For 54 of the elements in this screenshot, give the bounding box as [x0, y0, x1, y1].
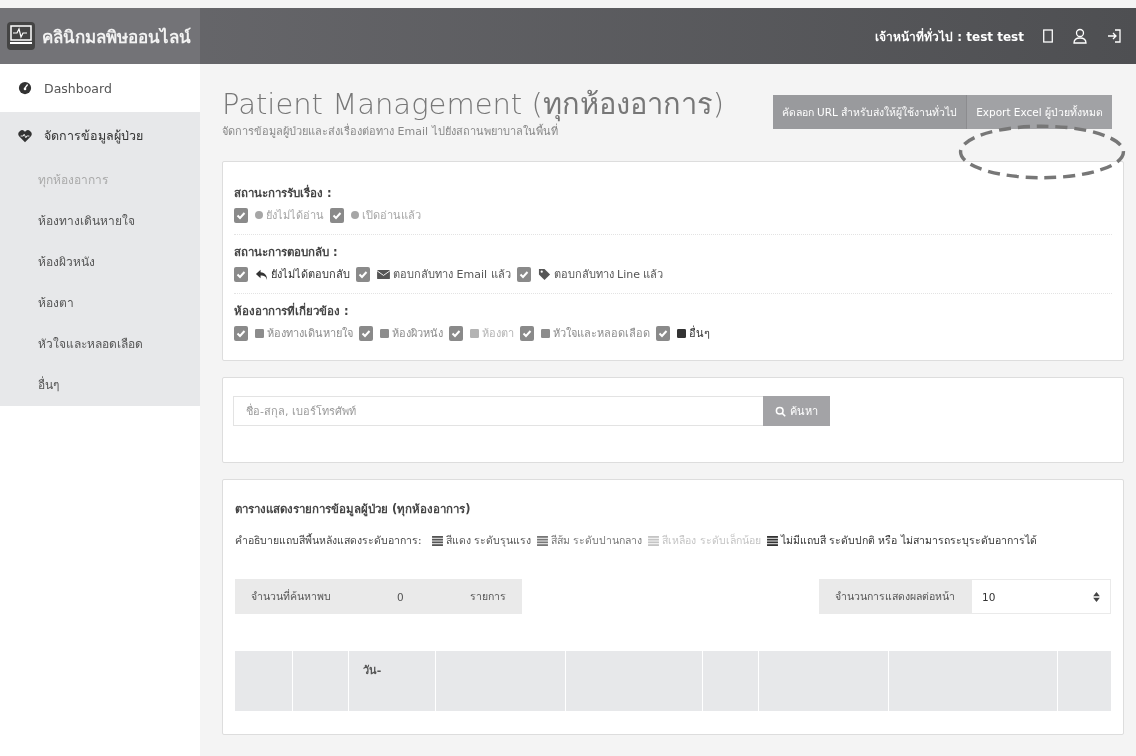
checkbox[interactable]: [449, 325, 463, 341]
sidebar-subitem[interactable]: ห้องผิวหนัง: [0, 242, 200, 283]
checkbox[interactable]: [234, 266, 248, 282]
search-icon: [775, 405, 786, 417]
checkbox[interactable]: [234, 325, 248, 341]
tablet-icon[interactable]: [1042, 28, 1054, 44]
checkbox[interactable]: [656, 325, 670, 341]
page-title: Patient Management (ทุกห้องอาการ): [222, 86, 725, 122]
count-label: จำนวนที่ค้นหาพบ: [235, 579, 347, 614]
brand-name: คลินิกมลพิษออนไลน์: [42, 25, 191, 49]
sidebar-subitem[interactable]: ห้องทางเดินหายใจ: [0, 201, 200, 242]
option-label: เปิดอ่านแล้ว: [362, 208, 421, 224]
page-subtitle: จัดการข้อมูลผู้ป่วยและส่งเรื่องต่อทาง Email ไปยังสถานพยาบาลในพื้นที่: [222, 123, 558, 140]
sidebar-item[interactable]: จัดการข้อมูลผู้ป่วย: [0, 112, 200, 160]
legend-item: สีแดง ระดับรุนแรง: [445, 533, 531, 549]
filter-label: ห้องอาการที่เกี่ยวข้อง :: [234, 302, 350, 320]
checkbox[interactable]: [234, 207, 248, 223]
page-size-select[interactable]: 10: [971, 579, 1111, 614]
legend-item: ไม่มีแถบสี ระดับปกติ หรือ ไม่สามารถระบุระดับอาการได้: [780, 533, 1037, 549]
checkbox[interactable]: [520, 325, 534, 341]
monitor-pulse-icon: [6, 21, 36, 51]
search-field[interactable]: ชื่อ-สกุล, เบอร์โทรศัพท์: [233, 396, 763, 426]
user-icon[interactable]: [1072, 28, 1088, 44]
filter-label: สถานะการรับเรื่อง :: [234, 184, 333, 202]
checkbox[interactable]: [356, 266, 370, 282]
option-label: ห้องผิวหนัง: [392, 326, 443, 342]
count-unit: รายการ: [453, 579, 522, 614]
gauge-icon: [18, 81, 32, 95]
option-label: ยังไม่ได้ตอบกลับ: [271, 267, 350, 283]
legend-item: สีส้ม ระดับปานกลาง: [550, 533, 643, 548]
sidebar-subitem[interactable]: ห้องตา: [0, 283, 200, 324]
option-label: ห้องทางเดินหายใจ: [267, 326, 353, 342]
option-label: หัวใจและหลอดเลือด: [553, 326, 650, 342]
count-value: 0: [347, 579, 454, 614]
option-label: อื่นๆ: [689, 324, 710, 342]
sidebar-subitem[interactable]: อื่นๆ: [0, 365, 200, 406]
option-label: ตอบกลับทาง Email แล้ว: [393, 267, 511, 283]
page-size-label: จำนวนการแสดงผลต่อหน้า: [819, 579, 971, 614]
filter-label: สถานะการตอบกลับ :: [234, 244, 339, 261]
option-label: ห้องตา: [482, 326, 514, 342]
heart-pulse-icon: [18, 129, 32, 143]
user-name: เจ้าหน้าที่ทั่วไป : test test: [875, 27, 1024, 46]
sidebar-subitem[interactable]: หัวใจและหลอดเลือด: [0, 324, 200, 365]
legend-label: คำอธิบายแถบสีพื้นหลังแสดงระดับอาการ:: [235, 532, 422, 548]
column-header: วัน-: [362, 664, 382, 677]
sign-out-icon[interactable]: [1106, 28, 1122, 44]
checkbox[interactable]: [359, 325, 373, 341]
checkbox[interactable]: [516, 266, 531, 282]
table-title: ตารางแสดงรายการข้อมูลผู้ป่วย (ทุกห้องอาการ): [235, 501, 472, 518]
legend-item: สีเหลือง ระดับเล็กน้อย: [662, 532, 761, 548]
sort-caret-icon: [1093, 591, 1100, 602]
option-label: ยังไม่ได้อ่าน: [266, 208, 324, 224]
option-label: ตอบกลับทาง Line แล้ว: [553, 267, 664, 283]
checkbox[interactable]: [330, 207, 344, 223]
